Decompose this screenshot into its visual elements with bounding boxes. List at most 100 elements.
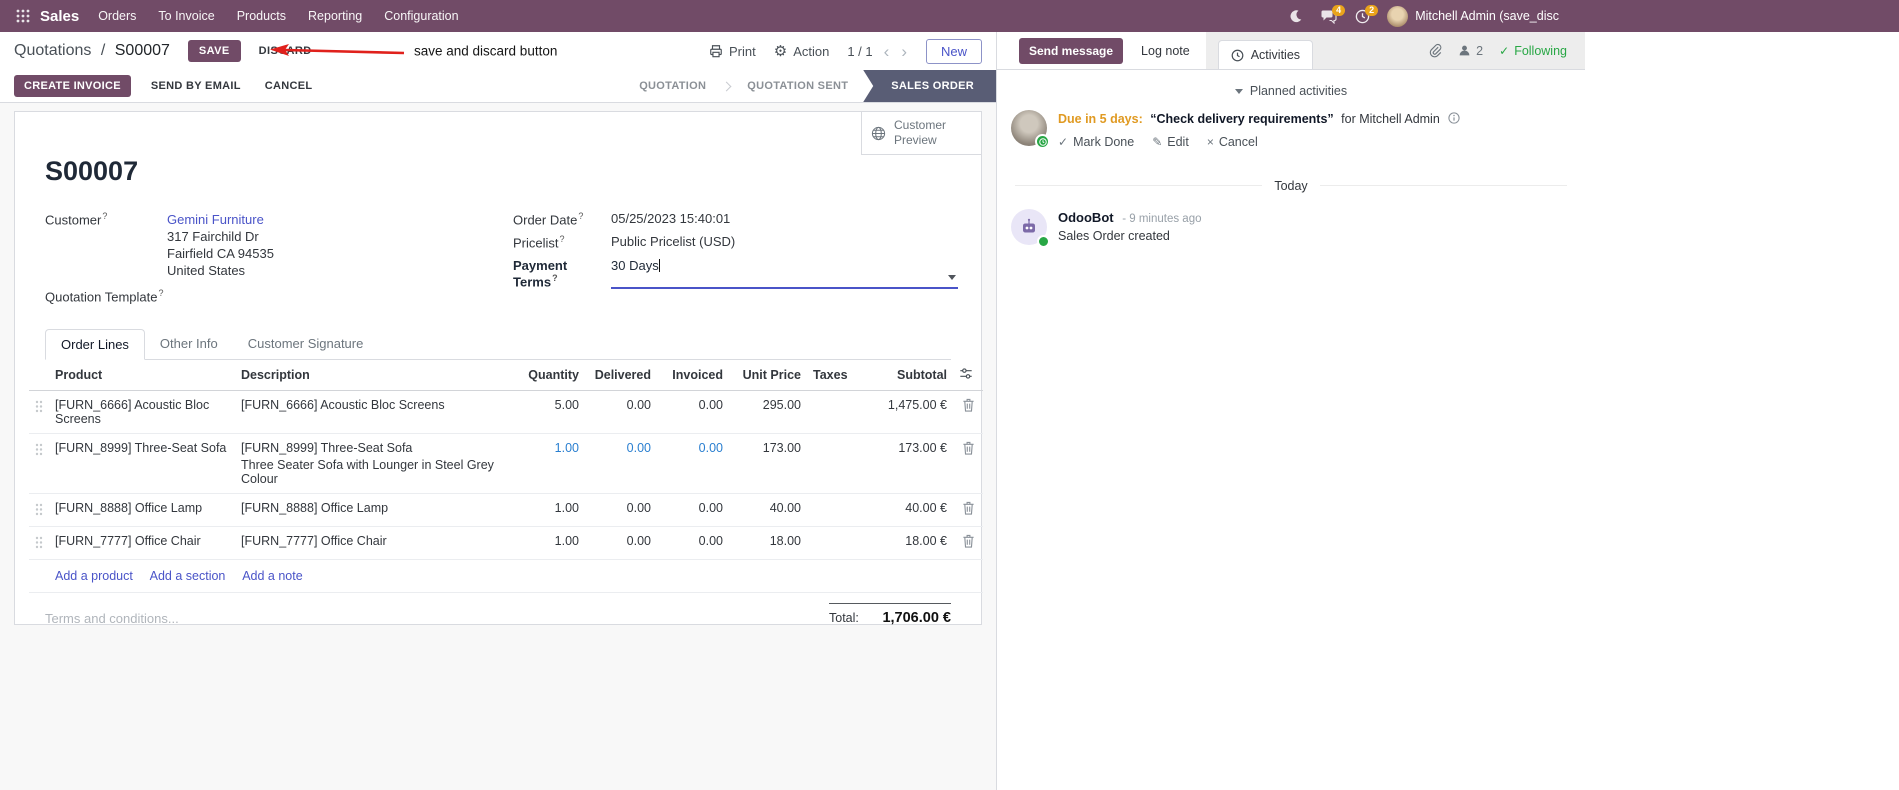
drag-handle[interactable] (29, 493, 49, 528)
cell-unit-price[interactable]: 18.00 (729, 526, 807, 561)
delete-row-icon[interactable] (953, 390, 983, 435)
status-sales-order[interactable]: SALES ORDER (863, 70, 996, 102)
optional-columns-icon[interactable] (953, 360, 983, 392)
pricelist-field[interactable]: Public Pricelist (USD) (611, 234, 735, 250)
menu-to-invoice[interactable]: To Invoice (147, 0, 225, 32)
odoobot-avatar[interactable] (1011, 208, 1050, 248)
drag-handle[interactable] (29, 390, 49, 435)
cell-delivered[interactable]: 0.00 (585, 526, 657, 561)
col-quantity[interactable]: Quantity (515, 360, 585, 392)
cell-unit-price[interactable]: 173.00 (729, 433, 807, 495)
add-section-link[interactable]: Add a section (150, 569, 226, 583)
log-note-button[interactable]: Log note (1141, 44, 1190, 58)
activities-tab[interactable]: Activities (1217, 40, 1314, 69)
customer-preview-button[interactable]: Customer Preview (861, 112, 981, 155)
drag-handle[interactable] (29, 433, 49, 495)
col-description[interactable]: Description (235, 360, 515, 392)
following-button[interactable]: ✓ Following (1499, 44, 1567, 58)
cell-taxes[interactable] (807, 433, 857, 495)
cell-taxes[interactable] (807, 390, 857, 435)
chevron-down-icon[interactable] (948, 274, 956, 280)
cell-unit-price[interactable]: 40.00 (729, 493, 807, 528)
col-unit-price[interactable]: Unit Price (729, 360, 807, 392)
tab-customer-signature[interactable]: Customer Signature (233, 329, 379, 359)
create-invoice-button[interactable]: CREATE INVOICE (14, 75, 131, 97)
pager-next-icon[interactable]: › (900, 43, 908, 60)
cell-description[interactable]: [FURN_8888] Office Lamp (235, 493, 515, 528)
cell-unit-price[interactable]: 295.00 (729, 390, 807, 435)
status-quotation[interactable]: QUOTATION (624, 70, 721, 102)
col-product[interactable]: Product (49, 360, 235, 392)
cell-product[interactable]: [FURN_8999] Three-Seat Sofa (49, 433, 235, 495)
delete-row-icon[interactable] (953, 433, 983, 495)
cell-description[interactable]: [FURN_8999] Three-Seat Sofa Three Seater… (235, 433, 515, 495)
pager-previous-icon[interactable]: ‹ (883, 43, 891, 60)
col-invoiced[interactable]: Invoiced (657, 360, 729, 392)
cell-product[interactable]: [FURN_8888] Office Lamp (49, 493, 235, 528)
print-button[interactable]: Print (709, 44, 756, 59)
terms-and-conditions-field[interactable]: Terms and conditions... (45, 611, 179, 626)
col-subtotal[interactable]: Subtotal (857, 360, 953, 392)
app-name[interactable]: Sales (40, 8, 79, 25)
tab-order-lines[interactable]: Order Lines (45, 329, 145, 361)
menu-orders[interactable]: Orders (87, 0, 147, 32)
planned-activities-header[interactable]: Planned activities (997, 84, 1585, 98)
cell-taxes[interactable] (807, 493, 857, 528)
cell-product[interactable]: [FURN_6666] Acoustic Bloc Screens (49, 390, 235, 435)
cell-quantity[interactable]: 1.00 (515, 433, 585, 495)
delete-row-icon[interactable] (953, 493, 983, 528)
activity-avatar[interactable] (1011, 110, 1050, 149)
cell-delivered[interactable]: 0.00 (585, 390, 657, 435)
delete-row-icon[interactable] (953, 526, 983, 561)
menu-configuration[interactable]: Configuration (373, 0, 469, 32)
cell-taxes[interactable] (807, 526, 857, 561)
breadcrumb-quotations[interactable]: Quotations (14, 42, 91, 59)
add-product-link[interactable]: Add a product (55, 569, 133, 583)
drag-handle[interactable] (29, 526, 49, 561)
cell-invoiced[interactable]: 0.00 (657, 493, 729, 528)
cancel-button[interactable]: CANCEL (255, 75, 323, 97)
col-taxes[interactable]: Taxes (807, 360, 857, 392)
cell-description[interactable]: [FURN_7777] Office Chair (235, 526, 515, 561)
message-content: OdooBot - 9 minutes ago Sales Order crea… (1058, 209, 1201, 245)
menu-products[interactable]: Products (226, 0, 297, 32)
cell-invoiced[interactable]: 0.00 (657, 433, 729, 495)
info-icon[interactable] (1448, 112, 1460, 130)
tab-other-info[interactable]: Other Info (145, 329, 233, 359)
control-panel-right: Print ⚙ Action 1 / 1 ‹ › New (709, 38, 982, 64)
cell-invoiced[interactable]: 0.00 (657, 526, 729, 561)
save-button[interactable]: SAVE (187, 40, 241, 62)
order-date-field[interactable]: 05/25/2023 15:40:01 (611, 211, 730, 227)
activities-clock-icon[interactable]: 2 (1346, 4, 1379, 24)
followers-button[interactable]: 2 (1458, 44, 1483, 58)
cell-quantity[interactable]: 1.00 (515, 526, 585, 561)
cell-delivered[interactable]: 0.00 (585, 433, 657, 495)
edit-activity-button[interactable]: ✎ Edit (1152, 135, 1189, 149)
send-by-email-button[interactable]: SEND BY EMAIL (141, 75, 251, 97)
status-quotation-sent[interactable]: QUOTATION SENT (732, 70, 863, 102)
cell-invoiced[interactable]: 0.00 (657, 390, 729, 435)
table-footer-links: Add a product Add a section Add a note (29, 559, 983, 594)
col-delivered[interactable]: Delivered (585, 360, 657, 392)
user-avatar[interactable] (1387, 5, 1409, 27)
cell-description[interactable]: [FURN_6666] Acoustic Bloc Screens (235, 390, 515, 435)
action-button[interactable]: ⚙ Action (774, 44, 830, 59)
message-author[interactable]: OdooBot (1058, 210, 1114, 225)
add-note-link[interactable]: Add a note (242, 569, 302, 583)
payment-terms-field[interactable]: 30 Days (611, 258, 958, 289)
customer-link[interactable]: Gemini Furniture (167, 211, 274, 228)
cell-quantity[interactable]: 5.00 (515, 390, 585, 435)
menu-reporting[interactable]: Reporting (297, 0, 373, 32)
messages-icon[interactable]: 4 (1312, 4, 1346, 24)
attachments-icon[interactable] (1428, 43, 1442, 58)
user-menu[interactable]: Mitchell Admin (save_disc (1415, 9, 1559, 23)
send-message-button[interactable]: Send message (1019, 37, 1124, 64)
apps-grid-icon[interactable] (8, 9, 38, 23)
new-button[interactable]: New (925, 38, 982, 64)
cell-delivered[interactable]: 0.00 (585, 493, 657, 528)
cell-quantity[interactable]: 1.00 (515, 493, 585, 528)
mark-done-button[interactable]: ✓ Mark Done (1058, 135, 1134, 149)
dark-mode-moon-icon[interactable] (1279, 9, 1312, 24)
cell-product[interactable]: [FURN_7777] Office Chair (49, 526, 235, 561)
cancel-activity-button[interactable]: × Cancel (1207, 135, 1258, 149)
